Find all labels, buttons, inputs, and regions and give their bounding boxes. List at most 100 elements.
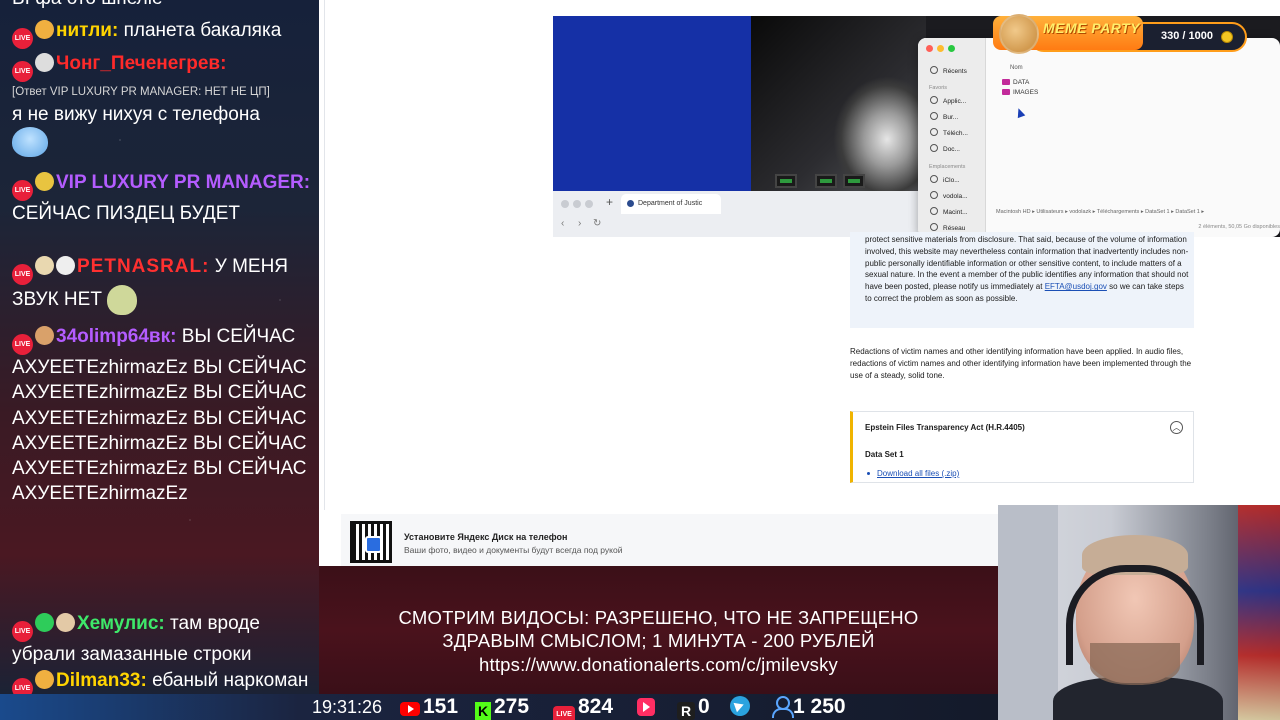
chevron-up-icon[interactable]: ︿: [1170, 421, 1183, 434]
reload-icon[interactable]: ↻: [593, 218, 601, 229]
sidebar-section-favoris: Favoris: [929, 85, 948, 91]
sidebar-item-applications[interactable]: Applic...: [930, 96, 966, 105]
live-badge-icon: LIVE: [12, 678, 33, 694]
rutube-icon: R: [677, 702, 695, 720]
disk-icon: [930, 207, 938, 215]
chat-overlay: ВІ фа ото шпеліе LIVE нитли: планета бака…: [0, 0, 319, 694]
notice-paragraph: protect sensitive materials from disclos…: [865, 234, 1190, 305]
finder-status: 2 éléments, 50,05 Go disponibles: [1198, 224, 1280, 230]
contact-email-link[interactable]: EFTA@usdoj.gov: [1045, 282, 1107, 291]
donation-rules-banner: СМОТРИМ ВИДОСЫ: РАЗРЕШЕНО, ЧТО НЕ ЗАПРЕЩ…: [319, 566, 998, 694]
emote-icon: [35, 670, 54, 689]
close-icon[interactable]: [926, 45, 933, 52]
meme-party-widget: MEME PARTY 330 / 1000: [993, 14, 1248, 56]
rules-line-1: СМОТРИМ ВИДОСЫ: РАЗРЕШЕНО, ЧТО НЕ ЗАПРЕЩ…: [398, 607, 919, 628]
live-badge-icon: LIVE: [12, 180, 33, 201]
stat-value: 275: [494, 695, 530, 718]
minimize-icon[interactable]: [937, 45, 944, 52]
accordion-epstein-act[interactable]: Epstein Files Transparency Act (H.R.4405…: [850, 411, 1194, 483]
finder-row-images[interactable]: IMAGES: [1002, 89, 1038, 96]
sidebar-label: Réseau: [943, 225, 966, 232]
stat-value: 0: [698, 695, 710, 718]
emote-icon: [56, 613, 75, 632]
new-tab-icon[interactable]: +: [606, 195, 613, 209]
chat-nick: Чонг_Печенегрев:: [56, 53, 227, 74]
doge-icon: [999, 14, 1039, 54]
finder-row-data[interactable]: DATA: [1002, 79, 1029, 86]
chat-message-fragment: ВІ фа ото шпеліе: [0, 0, 319, 11]
meme-party-score: 330 / 1000: [1161, 30, 1213, 42]
chat-nick: VIP LUXURY PR MANAGER:: [56, 172, 311, 193]
chat-nick: Dilman33:: [56, 670, 147, 691]
sidebar-item-recents[interactable]: Récents: [930, 66, 967, 75]
chat-reply: [Ответ VIP LUXURY PR MANAGER: НЕТ НЕ ЦП]: [12, 86, 270, 98]
download-icon: [930, 128, 938, 136]
finder-window: Récents Favoris Applic... Bur... Téléch.…: [918, 38, 1280, 237]
chat-text: я не вижу нихуя с телефона: [12, 104, 260, 125]
sidebar-label: Bur...: [943, 114, 959, 121]
browser-page: + Department of Justic ‹ › ↻ Récents Fav…: [319, 0, 1280, 566]
zoom-icon[interactable]: [948, 45, 955, 52]
apps-icon: [930, 96, 938, 104]
sidebar-label: Applic...: [943, 98, 967, 105]
stream-clock: 19:31:26: [312, 697, 383, 717]
network-icon: [930, 223, 938, 231]
chat-nick: 34olimp64вк:: [56, 326, 177, 347]
sidebar-item-macintosh[interactable]: Macint...: [930, 207, 968, 216]
folder-icon: [1002, 79, 1010, 85]
chat-nick: Хемулис:: [77, 613, 165, 634]
back-icon[interactable]: ‹: [561, 218, 564, 229]
notice-box: protect sensitive materials from disclos…: [850, 232, 1194, 328]
bullet-icon: [867, 472, 870, 475]
sidebar-label: Récents: [943, 68, 967, 75]
download-all-link[interactable]: Download all files (.zip): [877, 469, 959, 478]
forward-icon[interactable]: ›: [578, 218, 581, 229]
chat-message: LIVEDilman33: ебаный наркоман сука: [0, 668, 319, 694]
chat-message: LIVE нитли: планета бакаляка: [0, 18, 319, 49]
chat-message: LIVE 34olimp64вк: ВЫ СЕЙЧАС АХУЕЕТEzhirma…: [0, 324, 319, 507]
emote-icon: [56, 256, 75, 275]
yandex-banner-subtitle: Ваши фото, видео и документы будут всегд…: [404, 545, 623, 555]
webcam-background-door: [998, 505, 1058, 720]
stat-youtube: 151: [400, 694, 458, 720]
vk-live-icon: LIVE: [553, 706, 575, 720]
webcam-feed: [998, 505, 1280, 720]
telegram-icon: [730, 696, 750, 716]
column-header-name[interactable]: Nom: [1010, 65, 1023, 71]
live-badge-icon: LIVE: [12, 28, 33, 49]
accordion-title: Epstein Files Transparency Act (H.R.4405…: [865, 423, 1025, 432]
yandex-disk-banner[interactable]: Установите Яндекс Диск на телефон Ваши ф…: [341, 514, 1031, 566]
sidebar-item-desktop[interactable]: Bur...: [930, 112, 958, 121]
chat-text: СЕЙЧАС ПИЗДЕЦ БУДЕТ: [12, 203, 241, 224]
sidebar-item-network[interactable]: Réseau: [930, 223, 965, 232]
sidebar-item-home[interactable]: vodola...: [930, 191, 968, 200]
redaction-paragraph: Redactions of victim names and other ide…: [850, 347, 1192, 380]
stat-value: 1 250: [793, 695, 846, 718]
meme-party-title: MEME PARTY: [1043, 20, 1141, 36]
viewers-icon: [772, 696, 794, 718]
window-dot-icon: [585, 200, 593, 208]
sidebar-item-documents[interactable]: Doc...: [930, 144, 960, 153]
sidebar-item-icloud[interactable]: iClo...: [930, 175, 960, 184]
sidebar-label: Macint...: [943, 209, 968, 216]
live-badge-icon: LIVE: [12, 334, 33, 355]
stream-stats-bar: 19:31:26 151 K 275 LIVE 824 R0 1 250: [0, 694, 998, 720]
sidebar-item-downloads[interactable]: Téléch...: [930, 128, 968, 137]
folder-label: DATA: [1013, 79, 1030, 86]
sidebar-label: Doc...: [943, 146, 960, 153]
sidebar-label: vodola...: [943, 193, 968, 200]
folder-icon: [1002, 89, 1010, 95]
chat-nick: нитли:: [56, 20, 119, 41]
stat-kick: K 275: [475, 694, 529, 720]
emote-icon: [35, 20, 54, 39]
home-icon: [930, 191, 938, 199]
stat-telegram: [730, 694, 753, 720]
chat-message: LIVE Чонг_Печенегрев: [Ответ VIP LUXURY P…: [0, 51, 319, 158]
video-blue-panel: [553, 16, 751, 191]
emote-icon: [35, 326, 54, 345]
stream-frame: ВІ фа ото шпеліе LIVE нитли: планета бака…: [0, 0, 1280, 720]
chat-text: ВЫ СЕЙЧАС АХУЕЕТEzhirmazEz ВЫ СЕЙЧАС АХУ…: [12, 326, 307, 505]
inner-browser-tab[interactable]: Department of Justic: [621, 194, 721, 214]
stat-vkvideo: [637, 694, 658, 720]
chat-message: LIVE PETNASRAL: У МЕНЯ ЗВУК НЕТ: [0, 254, 319, 315]
